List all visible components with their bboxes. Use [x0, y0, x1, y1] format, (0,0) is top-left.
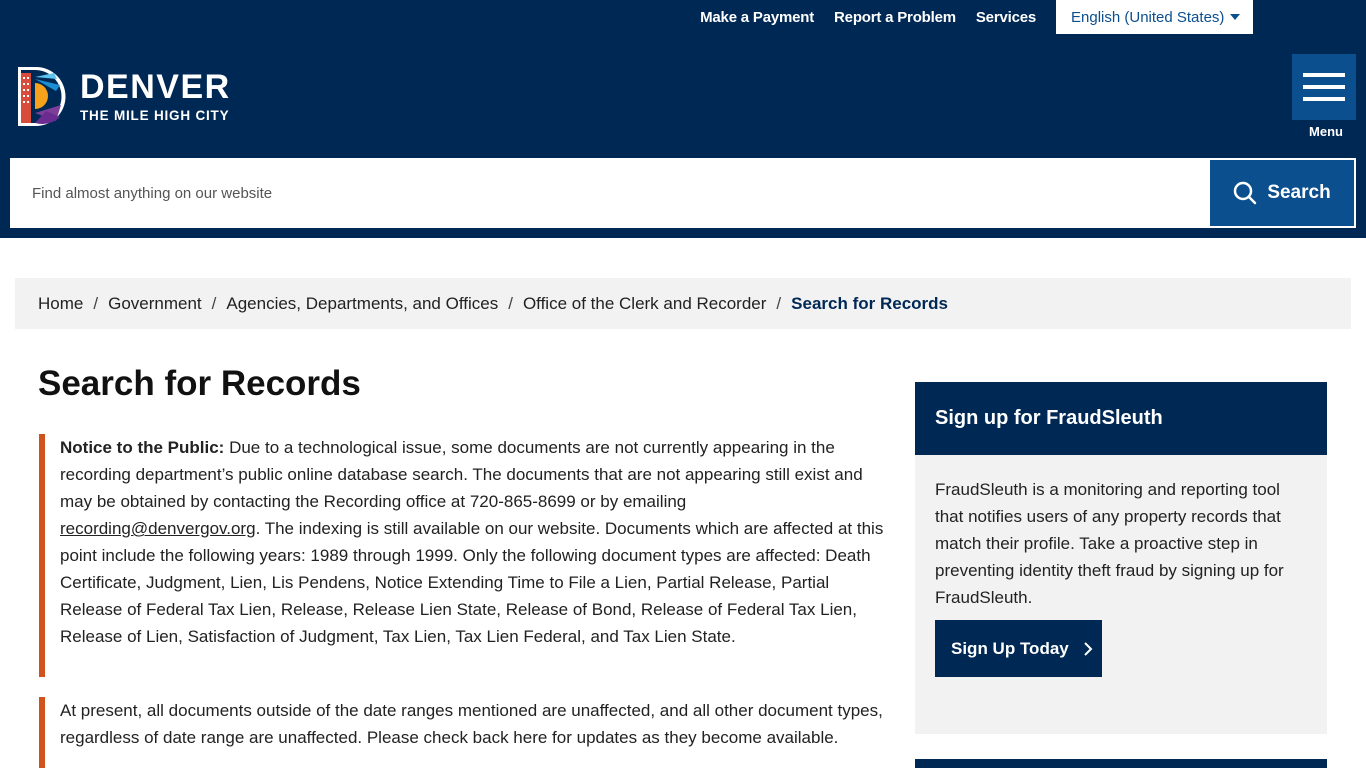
hamburger-icon [1303, 73, 1345, 77]
breadcrumb-home[interactable]: Home [38, 294, 83, 314]
search-input[interactable] [10, 158, 1208, 228]
report-problem-link[interactable]: Report a Problem [834, 9, 956, 26]
language-select[interactable]: English (United States) [1056, 0, 1253, 34]
notice-label: Notice to the Public: [60, 438, 225, 457]
make-payment-link[interactable]: Make a Payment [700, 9, 814, 26]
services-link[interactable]: Services [976, 9, 1036, 26]
caret-down-icon [1230, 14, 1241, 20]
logo-title: DENVER [80, 68, 231, 106]
breadcrumb-agencies[interactable]: Agencies, Departments, and Offices [226, 294, 498, 314]
breadcrumb-government[interactable]: Government [108, 294, 202, 314]
search-button-label: Search [1267, 182, 1331, 203]
breadcrumb-separator: / [211, 293, 217, 313]
logo-text: DENVER THE MILE HIGH CITY [80, 70, 231, 123]
breadcrumb-separator: / [508, 293, 513, 313]
search-icon [1234, 181, 1257, 205]
sign-up-today-label: Sign Up Today [951, 638, 1069, 658]
breadcrumb-current: Search for Records [791, 293, 948, 313]
menu-button[interactable] [1292, 54, 1356, 120]
chevron-right-icon [1084, 641, 1093, 656]
logo-subtitle: THE MILE HIGH CITY [80, 108, 230, 123]
utility-nav: Make a Payment Report a Problem Services… [700, 0, 1253, 34]
site-header: Make a Payment Report a Problem Services… [0, 0, 1366, 238]
fraudsleuth-heading: Sign up for FraudSleuth [915, 382, 1327, 455]
fraudsleuth-panel: FraudSleuth is a monitoring and reportin… [915, 455, 1327, 734]
page-title: Search for Records [38, 364, 361, 403]
notice-text-b: . The indexing is still available on our… [60, 519, 884, 646]
next-sidebar-panel [915, 759, 1327, 768]
breadcrumb-separator: / [776, 293, 782, 313]
recording-email-link[interactable]: recording@denvergov.org [60, 519, 256, 538]
sign-up-today-button[interactable]: Sign Up Today [935, 620, 1102, 677]
breadcrumb-clerk-recorder[interactable]: Office of the Clerk and Recorder [523, 294, 766, 314]
hamburger-icon-bar [1303, 97, 1345, 101]
notice-update-text: At present, all documents outside of the… [60, 701, 883, 747]
breadcrumb-separator: / [93, 293, 99, 313]
search-button[interactable]: Search [1208, 158, 1356, 228]
notice-to-public: Notice to the Public: Due to a technolog… [39, 434, 889, 677]
notice-update: At present, all documents outside of the… [39, 697, 889, 768]
site-search: Search [10, 158, 1356, 228]
menu-label[interactable]: Menu [1292, 124, 1360, 139]
fraudsleuth-description: FraudSleuth is a monitoring and reportin… [935, 480, 1284, 607]
denver-logo[interactable]: DENVER THE MILE HIGH CITY [16, 65, 231, 128]
breadcrumb: Home / Government / Agencies, Department… [15, 278, 1351, 329]
hamburger-icon-bar [1303, 85, 1345, 89]
language-select-value: English (United States) [1071, 8, 1225, 26]
denver-logo-icon [18, 67, 66, 126]
